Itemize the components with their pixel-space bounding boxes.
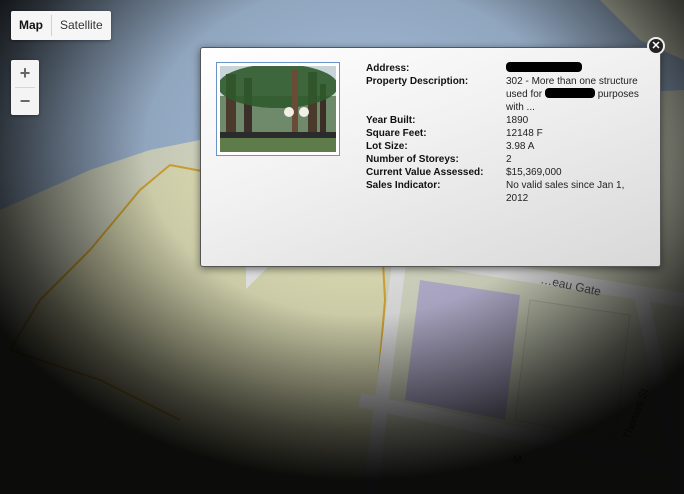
popup-pointer: [246, 265, 270, 289]
property-photo: [216, 62, 340, 156]
sales-indicator-line-1: No valid sales since Jan 1,: [506, 180, 625, 191]
redacted-address: [506, 62, 582, 72]
storeys-value: 2: [506, 154, 512, 165]
lot-size-label: Lot Size:: [366, 141, 408, 152]
map-type-map-button[interactable]: Map: [11, 11, 51, 40]
year-built-value: 1890: [506, 115, 529, 126]
close-icon[interactable]: ✕: [647, 37, 665, 55]
address-label: Address:: [366, 63, 410, 74]
zoom-out-button[interactable]: −: [11, 88, 39, 115]
redacted-description: [544, 88, 595, 98]
zoom-control: + −: [11, 60, 39, 115]
sales-indicator-value: No valid sales since Jan 1, 2012: [506, 179, 646, 205]
sales-indicator-line-2: 2012: [506, 193, 529, 204]
current-value-label: Current Value Assessed:: [366, 167, 484, 178]
current-value-value: $15,369,000: [506, 167, 562, 178]
square-feet-label: Square Feet:: [366, 128, 427, 139]
sales-indicator-label: Sales Indicator:: [366, 180, 441, 191]
year-built-label: Year Built:: [366, 115, 416, 126]
property-description-label: Property Description:: [366, 76, 469, 87]
square-feet-value: 12148 F: [506, 128, 543, 139]
address-value: [506, 62, 646, 75]
lot-size-value: 3.98 A: [506, 141, 535, 152]
zoom-in-button[interactable]: +: [11, 60, 39, 87]
property-description-value: 302 - More than one structure used for p…: [506, 75, 646, 114]
description-line-1: 302 - More than one structure: [506, 76, 638, 87]
description-line-2: used for purposes: [506, 88, 639, 100]
map-type-satellite-button[interactable]: Satellite: [52, 11, 111, 40]
description-line-3: with ...: [506, 102, 535, 113]
map-type-control: Map Satellite: [11, 11, 111, 40]
storeys-label: Number of Storeys:: [366, 154, 459, 165]
